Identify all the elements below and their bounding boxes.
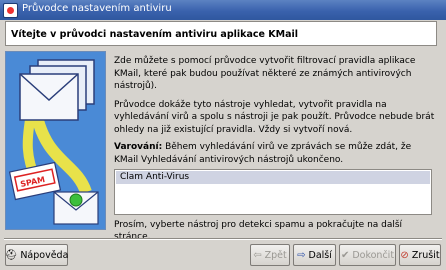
finish-button[interactable]: ✔ Dokončit [339,244,396,266]
intro-paragraph-1: Zde můžete s pomocí průvodce vytvořit fi… [114,56,416,91]
back-button-label: Zpět [264,249,287,261]
arrow-left-icon: ⇦ [253,249,262,261]
page-header: Vítejte v průvodci nastavením antiviru a… [5,21,437,46]
back-button[interactable]: ⇦ Zpět [250,244,290,266]
next-button[interactable]: ⇨ Další [293,244,336,266]
intro-text: Zde můžete s pomocí průvodce vytvořit fi… [114,55,438,142]
next-button-label: Další [308,249,332,261]
button-separator [4,238,442,240]
envelopes-illustration: SPAM [8,59,99,225]
wizard-illustration: SPAM [5,51,106,230]
cancel-button-label: Zrušit [411,249,440,261]
list-item[interactable]: Clam Anti-Virus [116,171,430,184]
page-title: Vítejte v průvodci nastavením antiviru a… [11,29,298,40]
smiley-icon [69,193,83,207]
lifebuoy-icon: ⛑ [4,249,18,261]
warning-label: Varování: [114,142,163,152]
antivirus-tools-list[interactable]: Clam Anti-Virus [114,169,432,215]
intro-paragraph-2: Průvodce dokáže tyto nástroje vyhledat, … [114,99,435,135]
clean-envelope [53,191,99,225]
spam-envelope: SPAM [8,161,62,201]
checkmark-icon: ✔ [340,249,350,261]
help-button-label: Nápověda [20,249,69,261]
cancel-button[interactable]: ⊘ Zrušit [399,244,441,266]
help-button[interactable]: ⛑ Nápověda [5,244,68,266]
cancel-icon: ⊘ [400,249,409,261]
arrow-right-icon: ⇨ [297,249,306,261]
window-title: Průvodce nastavením antiviru [22,3,172,14]
warning-text: Varování: Během vyhledávání virů ve zprá… [114,141,434,166]
finish-button-label: Dokončit [352,249,395,261]
app-icon [3,3,18,18]
title-bar[interactable]: Průvodce nastavením antiviru [0,0,446,20]
